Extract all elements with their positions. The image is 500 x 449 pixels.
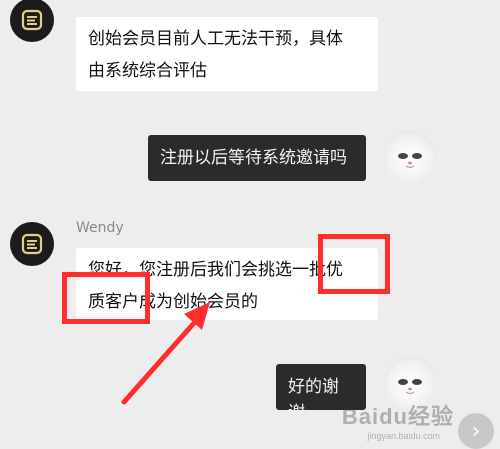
message-bubble-bot: 创始会员目前人工无法干预，具体 由系统综合评估 [76,17,378,91]
highlight-box-left [62,272,150,324]
watermark-logo: Baidu经验 [341,404,454,429]
next-arrow-button[interactable]: › [458,413,494,449]
bot-avatar[interactable] [10,222,54,266]
message-text: 注册以后等待系统邀请吗 [160,148,347,168]
highlight-box-right [318,234,390,294]
user-avatar[interactable] [384,130,436,182]
sender-name: Wendy [76,220,124,236]
bot-logo-icon [21,9,43,31]
bot-logo-icon [21,233,43,255]
message-bubble-user: 注册以后等待系统邀请吗 [148,135,366,181]
watermark-url: jingyan.baidu.com [367,431,440,441]
message-text: 好的谢谢 [288,377,339,423]
bot-avatar[interactable] [10,0,54,42]
cat-face-icon [398,153,422,168]
message-text-line: 由系统综合评估 [88,61,207,81]
message-text-line: 创始会员目前人工无法干预，具体 [88,29,343,49]
chevron-right-icon: › [471,418,481,444]
